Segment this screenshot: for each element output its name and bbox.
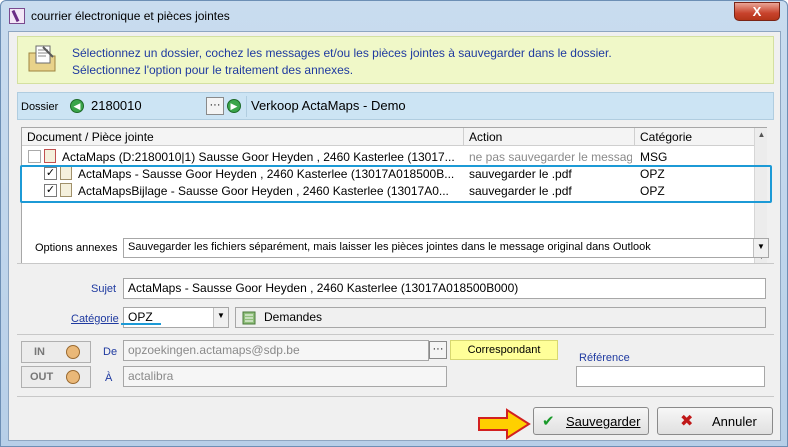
correspondant-badge: Correspondant bbox=[450, 340, 558, 360]
de-browse-button[interactable]: ··· bbox=[429, 341, 447, 359]
grid-header: Document / Pièce jointe Action Catégorie bbox=[22, 128, 754, 146]
sujet-label: Sujet bbox=[91, 283, 117, 295]
in-button[interactable]: IN bbox=[21, 341, 91, 363]
a-label: À bbox=[105, 372, 113, 384]
cancel-label: Annuler bbox=[712, 414, 757, 429]
dossier-label: Dossier bbox=[21, 101, 59, 113]
options-row: Options annexes Sauvegarder les fichiers… bbox=[21, 238, 771, 258]
cancel-button[interactable]: ✖ Annuler bbox=[657, 407, 773, 435]
dialog-body: Sélectionnez un dossier, cochez les mess… bbox=[8, 31, 781, 441]
categorie-value: OPZ bbox=[128, 310, 153, 324]
reference-label: Référence bbox=[579, 352, 630, 364]
app-icon bbox=[9, 8, 25, 24]
selected-rows-highlight bbox=[20, 165, 772, 203]
a-field[interactable]: actalibra bbox=[123, 366, 447, 387]
category-icon bbox=[242, 311, 256, 325]
message-icon bbox=[44, 149, 56, 163]
categorie-label: Catégorie bbox=[71, 313, 119, 325]
info-line-2: Sélectionnez l'option pour le traitement… bbox=[72, 63, 354, 77]
save-button[interactable]: ✔ Sauvegarder bbox=[533, 407, 649, 435]
title-bar: courrier électronique et pièces jointes … bbox=[1, 1, 787, 31]
sujet-field[interactable]: ActaMaps - Sausse Goor Heyden , 2460 Kas… bbox=[123, 278, 766, 299]
dossier-prev-icon[interactable]: ◀ bbox=[70, 99, 84, 113]
person-icon bbox=[66, 345, 80, 359]
out-label: OUT bbox=[30, 371, 54, 383]
de-label: De bbox=[103, 346, 118, 358]
dialog-window: courrier électronique et pièces jointes … bbox=[0, 0, 788, 447]
dossier-go-icon[interactable]: ▶ bbox=[227, 99, 241, 113]
options-select[interactable]: Sauvegarder les fichiers séparément, mai… bbox=[123, 238, 769, 258]
folder-document-icon bbox=[28, 45, 56, 72]
options-value: Sauvegarder les fichiers séparément, mai… bbox=[128, 241, 651, 253]
row-categorie: MSG bbox=[640, 150, 668, 164]
person-icon bbox=[66, 370, 80, 384]
close-icon: ✖ bbox=[680, 413, 694, 430]
dossier-number-field[interactable]: 2180010 bbox=[87, 96, 205, 117]
dossier-bar: Dossier ◀ 2180010 ··· ▶ Verkoop ActaMaps… bbox=[17, 92, 774, 120]
arrow-right-icon bbox=[478, 408, 531, 440]
reference-field[interactable] bbox=[576, 366, 765, 387]
table-row[interactable]: ActaMaps (D:2180010|1) Sausse Goor Heyde… bbox=[22, 148, 754, 165]
col-document-header[interactable]: Document / Pièce jointe bbox=[27, 130, 154, 144]
options-label: Options annexes bbox=[35, 242, 118, 254]
dossier-name-field: Verkoop ActaMaps - Demo bbox=[246, 96, 772, 117]
out-button[interactable]: OUT bbox=[21, 366, 91, 388]
row-checkbox[interactable] bbox=[28, 150, 41, 163]
window-title: courrier électronique et pièces jointes bbox=[31, 9, 230, 23]
col-categorie-header[interactable]: Catégorie bbox=[640, 130, 692, 144]
chevron-down-icon[interactable]: ▼ bbox=[213, 308, 228, 327]
row-action: ne pas sauvegarder le message bbox=[469, 150, 632, 164]
info-box: Sélectionnez un dossier, cochez les mess… bbox=[17, 36, 774, 84]
categorie-name: Demandes bbox=[264, 310, 323, 324]
info-line-1: Sélectionnez un dossier, cochez les mess… bbox=[72, 46, 612, 60]
scroll-up-icon[interactable]: ▲ bbox=[755, 128, 768, 141]
close-button[interactable]: X bbox=[734, 2, 780, 21]
chevron-down-icon[interactable]: ▼ bbox=[753, 239, 768, 257]
categorie-name-field: Demandes bbox=[235, 307, 766, 328]
categorie-highlight bbox=[121, 323, 161, 325]
save-label: Sauvegarder bbox=[566, 414, 641, 429]
in-label: IN bbox=[34, 346, 45, 358]
col-action-header[interactable]: Action bbox=[469, 130, 502, 144]
row-document: ActaMaps (D:2180010|1) Sausse Goor Heyde… bbox=[62, 150, 455, 164]
dossier-browse-button[interactable]: ··· bbox=[206, 97, 224, 115]
check-icon: ✔ bbox=[542, 413, 555, 430]
de-field[interactable]: opzoekingen.actamaps@sdp.be bbox=[123, 340, 429, 361]
